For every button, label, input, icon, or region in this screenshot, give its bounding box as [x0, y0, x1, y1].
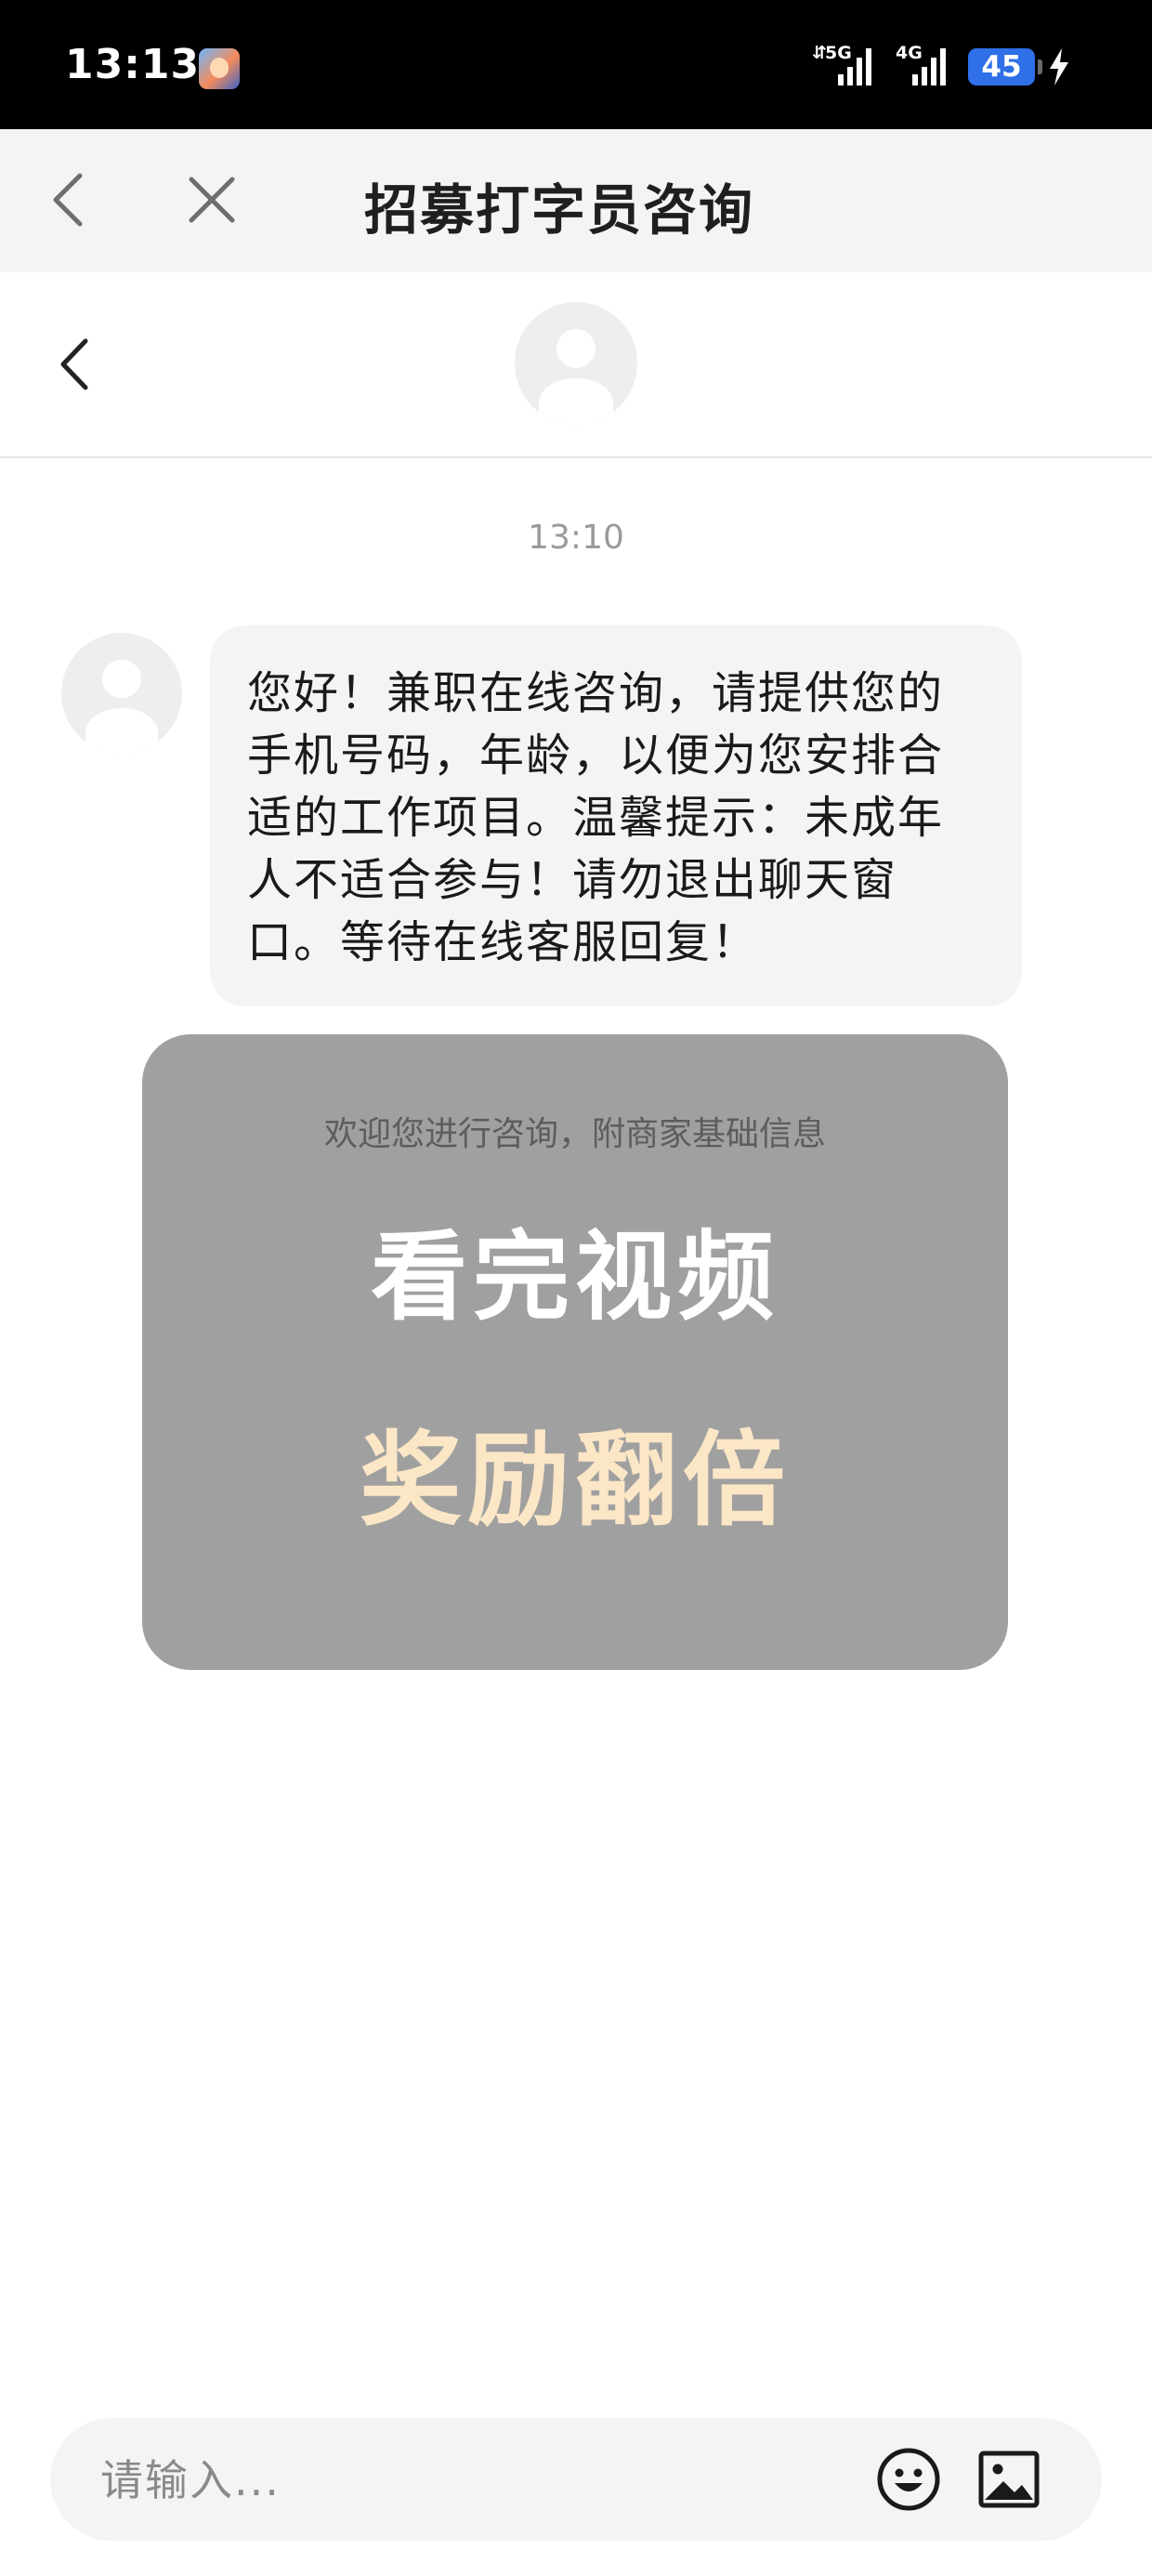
title-bar: 招募打字员咨询	[0, 129, 1152, 272]
promo-card[interactable]: 欢迎您进行咨询，附商家基础信息 看完视频 奖励翻倍	[142, 1034, 1008, 1670]
message-input-bar	[50, 2418, 1102, 2541]
close-button[interactable]	[175, 163, 249, 237]
status-time: 13:13	[65, 41, 201, 88]
chevron-left-icon	[60, 338, 88, 390]
promo-reward: 奖励翻倍	[360, 1421, 791, 1540]
sender-avatar[interactable]	[61, 633, 182, 754]
page-title: 招募打字员咨询	[364, 178, 755, 242]
promo-title: 看完视频	[370, 1220, 779, 1334]
close-icon	[189, 177, 235, 223]
battery-level: 45	[981, 50, 1022, 84]
promo-subtitle: 欢迎您进行咨询，附商家基础信息	[323, 1115, 826, 1153]
message-bubble: 您好！兼职在线咨询，请提供您的手机号码，年龄，以便为您安排合适的工作项目。温馨提…	[210, 625, 1022, 1006]
back-icon	[53, 173, 83, 227]
message-timestamp: 13:10	[528, 519, 624, 557]
image-button[interactable]	[975, 2446, 1042, 2513]
charging-icon	[1050, 48, 1068, 85]
message-text: 您好！兼职在线咨询，请提供您的手机号码，年龄，以便为您安排合适的工作项目。温馨提…	[247, 667, 945, 968]
chat-header	[0, 272, 1152, 458]
chat-back-button[interactable]	[46, 332, 111, 397]
back-button[interactable]	[35, 163, 110, 237]
image-icon	[978, 2451, 1040, 2508]
emoji-button[interactable]	[875, 2446, 942, 2513]
emoji-icon	[877, 2448, 940, 2511]
status-indicators: ⇵ 5G 4G 45	[810, 43, 1080, 91]
contact-avatar[interactable]	[515, 302, 637, 425]
app-notification-icon	[199, 48, 240, 89]
battery-icon: 45	[968, 48, 1042, 85]
message-input[interactable]	[98, 2444, 845, 2517]
status-bar: 13:13 ⇵ 5G 4G 45	[0, 0, 1152, 129]
